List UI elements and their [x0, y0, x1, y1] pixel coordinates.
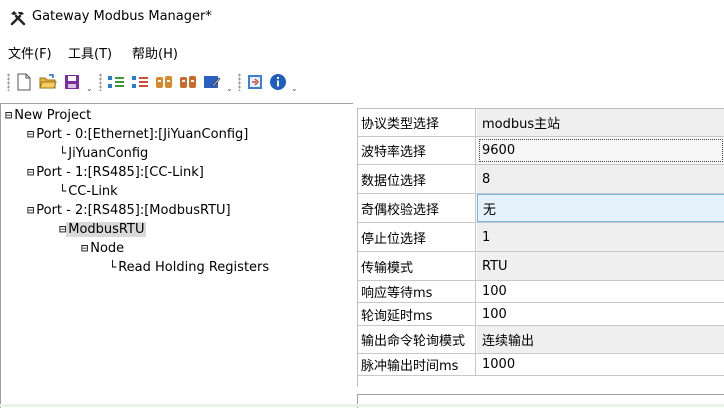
save-icon[interactable] — [62, 72, 82, 92]
toolbar-grip[interactable] — [99, 73, 102, 91]
toolbar-overflow-chevron-icon[interactable]: ⌄ — [226, 84, 233, 93]
window-title: Gateway Modbus Manager* — [32, 9, 212, 24]
property-value[interactable]: 100 — [477, 281, 724, 302]
tree-node-command[interactable]: └ Read Holding Registers — [109, 258, 271, 276]
property-key: 停止位选择 — [358, 223, 476, 251]
export-icon[interactable] — [245, 72, 265, 92]
property-row[interactable]: 响应等待ms 100 — [358, 281, 724, 303]
toolbar: ⌄ ⌄ ⌄ — [0, 68, 724, 96]
property-value[interactable]: 8 — [477, 165, 724, 193]
toolbar-overflow-chevron-icon[interactable]: ⌄ — [86, 84, 93, 93]
tree-node-port1-child[interactable]: └ CC-Link — [59, 182, 120, 200]
menu-bar: 文件(F) 工具(T) 帮助(H) — [0, 40, 724, 62]
property-key: 奇偶校验选择 — [358, 194, 476, 222]
edit-icon[interactable] — [202, 72, 222, 92]
property-value[interactable]: 1 — [477, 223, 724, 251]
title-bar: Gateway Modbus Manager* — [0, 0, 724, 36]
toolbar-overflow-chevron-icon[interactable]: ⌄ — [291, 84, 298, 93]
toolbar-grip[interactable] — [7, 73, 10, 91]
property-value[interactable]: modbus主站 — [477, 109, 724, 136]
property-key: 脉冲输出时间ms — [358, 354, 476, 375]
property-key: 数据位选择 — [358, 165, 476, 193]
menu-tools[interactable]: 工具(T) — [68, 43, 112, 62]
property-key: 响应等待ms — [358, 281, 476, 302]
property-key: 轮询延时ms — [358, 303, 476, 325]
property-row[interactable]: 脉冲输出时间ms 1000 — [358, 354, 724, 376]
property-value[interactable]: 1000 — [477, 354, 724, 375]
menu-file[interactable]: 文件(F) — [8, 43, 52, 62]
property-key: 协议类型选择 — [358, 109, 476, 136]
tree-node-node[interactable]: ⊟ Node — [81, 239, 126, 257]
property-value[interactable]: 连续输出 — [477, 326, 724, 353]
tree-node-modbus[interactable]: ⊟ ModbusRTU — [59, 220, 147, 238]
property-key: 传输模式 — [358, 252, 476, 280]
add-command-icon[interactable] — [154, 72, 174, 92]
tree-node-port1[interactable]: ⊟ Port - 1:[RS485]:[CC-Link] — [27, 163, 206, 181]
tree-node-port0-child[interactable]: └ JiYuanConfig — [59, 144, 150, 162]
tree-node-root[interactable]: ⊟ New Project — [5, 106, 93, 124]
property-row[interactable]: 轮询延时ms 100 — [358, 303, 724, 326]
property-value[interactable]: 100 — [477, 303, 724, 325]
property-row[interactable]: 波特率选择 9600 — [358, 137, 724, 165]
toolbar-grip[interactable] — [238, 73, 241, 91]
property-value[interactable]: 9600 — [477, 137, 724, 164]
property-row[interactable]: 输出命令轮询模式 连续输出 — [358, 326, 724, 354]
add-node-icon[interactable] — [130, 72, 150, 92]
property-value[interactable]: 无 — [477, 194, 724, 222]
property-row[interactable]: 停止位选择 1 — [358, 223, 724, 252]
add-port-icon[interactable] — [106, 72, 126, 92]
info-icon[interactable] — [268, 72, 288, 92]
property-key: 波特率选择 — [358, 137, 476, 164]
property-key: 输出命令轮询模式 — [358, 326, 476, 353]
property-grid: 协议类型选择 modbus主站 波特率选择 9600 数据位选择 8 奇偶校验选… — [357, 108, 724, 387]
property-row[interactable]: 传输模式 RTU — [358, 252, 724, 281]
property-row[interactable]: 协议类型选择 modbus主站 — [358, 109, 724, 137]
tree-node-port2[interactable]: ⊟ Port - 2:[RS485]:[ModbusRTU] — [27, 201, 233, 219]
open-folder-icon[interactable] — [38, 72, 58, 92]
property-row[interactable]: 奇偶校验选择 无 — [358, 194, 724, 223]
project-tree[interactable]: ⊟ New Project ⊟ Port - 0:[Ethernet]:[JiYua… — [0, 103, 353, 408]
tools-icon — [10, 11, 26, 26]
tree-node-port0[interactable]: ⊟ Port - 0:[Ethernet]:[JiYuanConfig] — [27, 125, 250, 143]
property-row[interactable]: 数据位选择 8 — [358, 165, 724, 194]
menu-help[interactable]: 帮助(H) — [132, 43, 178, 62]
property-value[interactable]: RTU — [477, 252, 724, 280]
new-file-icon[interactable] — [14, 72, 34, 92]
remove-command-icon[interactable] — [178, 72, 198, 92]
